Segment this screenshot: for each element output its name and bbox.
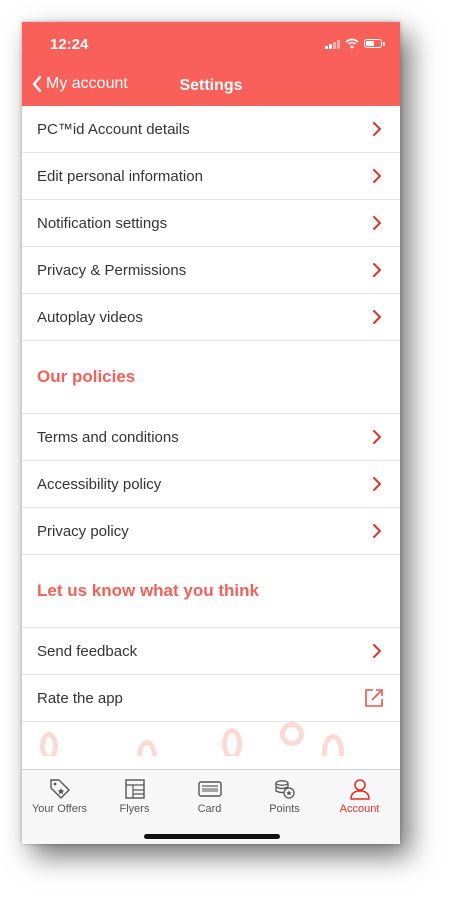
decorative-confetti [22,722,400,756]
wifi-icon [345,38,359,49]
chevron-right-icon [373,644,381,658]
settings-item-autoplay[interactable]: Autoplay videos [22,294,400,341]
feedback-item-send[interactable]: Send feedback [22,628,400,675]
settings-item-edit-personal[interactable]: Edit personal information [22,153,400,200]
feedback-item-label: Rate the app [37,689,123,707]
tab-points[interactable]: Points [247,778,322,815]
tab-bar: Your Offers Flyers Card Points Account [22,769,400,844]
page-title: Settings [179,77,243,94]
settings-item-label: Autoplay videos [37,308,143,326]
chevron-right-icon [373,524,381,538]
settings-item-notifications[interactable]: Notification settings [22,200,400,247]
chevron-right-icon [373,122,381,136]
tab-account[interactable]: Account [322,778,397,815]
chevron-right-icon [373,216,381,230]
section-heading-feedback: Let us know what you think [22,555,400,628]
feedback-item-rate[interactable]: Rate the app [22,675,400,722]
header-bar: 12:24 My account Settings [22,22,400,106]
tab-label: Card [197,803,222,815]
policy-item-accessibility[interactable]: Accessibility policy [22,461,400,508]
policy-item-label: Privacy policy [37,522,129,540]
status-icons [325,38,385,49]
home-indicator [144,834,280,839]
tab-label: Points [269,803,300,815]
tab-label: Account [339,803,380,815]
battery-icon [364,39,385,48]
settings-item-label: Notification settings [37,214,168,232]
tab-your-offers[interactable]: Your Offers [22,778,97,815]
tag-star-icon [49,779,70,799]
tab-flyers[interactable]: Flyers [97,778,172,815]
settings-item-label: Privacy & Permissions [37,261,187,279]
settings-item-label: PC™id Account details [37,120,190,138]
chevron-right-icon [373,169,381,183]
flyer-icon [124,779,145,799]
chevron-right-icon [373,310,381,324]
settings-item-privacy-permissions[interactable]: Privacy & Permissions [22,247,400,294]
policy-item-terms[interactable]: Terms and conditions [22,414,400,461]
settings-item-account-details[interactable]: PC™id Account details [22,106,400,153]
feedback-item-label: Send feedback [37,642,138,660]
tab-label: Your Offers [31,803,88,815]
policy-item-label: Accessibility policy [37,475,162,493]
settings-list: PC™id Account details Edit personal info… [22,106,400,756]
coins-icon [274,780,295,799]
phone-screen: 12:24 My account Settings PC™id Account … [22,22,400,844]
status-time: 12:24 [50,36,89,53]
tab-card[interactable]: Card [172,778,247,815]
signal-icon [325,39,340,49]
tab-label: Flyers [119,803,150,815]
person-icon [349,779,370,800]
card-icon [197,781,222,797]
external-link-icon [365,689,383,707]
chevron-right-icon [373,477,381,491]
policy-item-privacy[interactable]: Privacy policy [22,508,400,555]
chevron-right-icon [373,263,381,277]
chevron-right-icon [373,430,381,444]
settings-item-label: Edit personal information [37,167,203,185]
section-heading-policies: Our policies [22,341,400,414]
policy-item-label: Terms and conditions [37,428,179,446]
